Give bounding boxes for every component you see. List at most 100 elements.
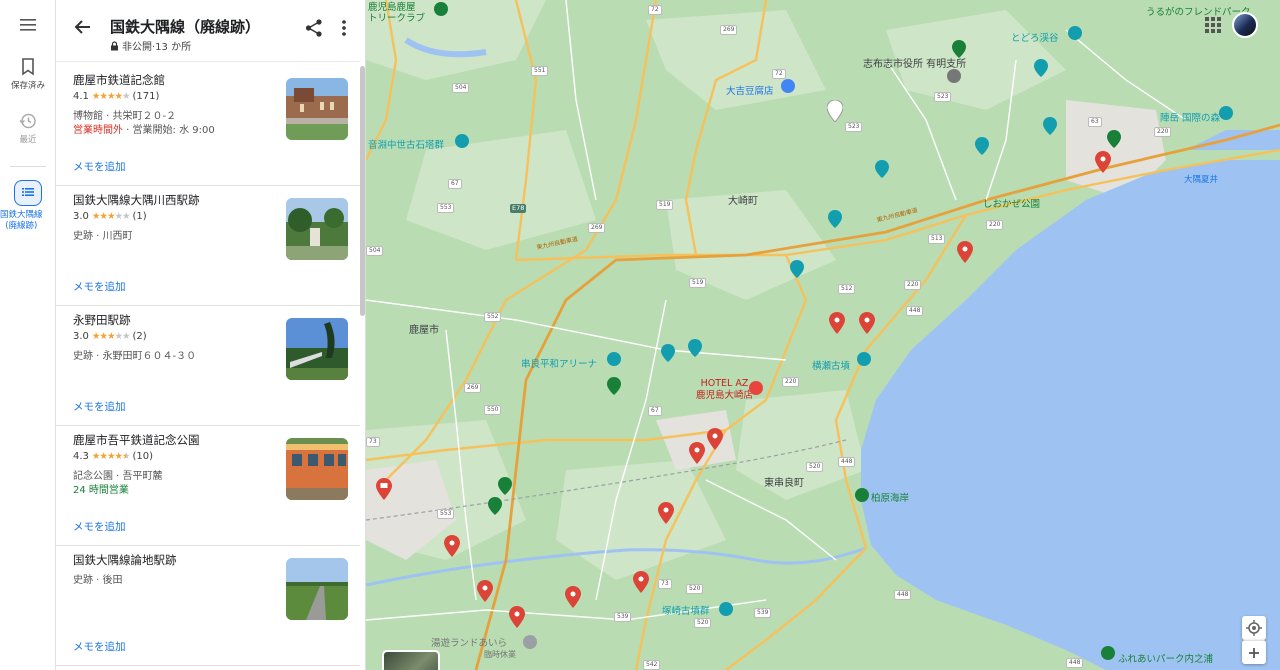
poi-marker-icon[interactable] (781, 79, 795, 93)
list-item[interactable]: 国鉄大隅線大隅川西駅跡 3.0 ★★★★★ (1) 史跡 · 川西町 メモを追加 (56, 186, 360, 306)
add-memo-link[interactable]: メモを追加 (73, 279, 126, 294)
hotel-icon[interactable] (749, 381, 763, 395)
list-item[interactable]: 鹿屋市吾平鉄道記念公園 4.3 ★★★★★ (10) 記念公園 · 吾平町麓 2… (56, 426, 360, 546)
place-photo[interactable] (286, 318, 348, 380)
place-name[interactable]: 国鉄大隅線大隅川西駅跡 (73, 192, 200, 208)
place-photo[interactable] (286, 78, 348, 140)
map-label-fureai[interactable]: ふれあいパーク内之浦 (1118, 651, 1213, 665)
map-label-yokose[interactable]: 横瀬古墳 (812, 358, 850, 372)
route-marker: 504 (452, 83, 470, 93)
recent-label: 最近 (19, 135, 37, 145)
poi-marker-icon[interactable] (434, 2, 448, 16)
route-marker: 269 (464, 383, 482, 393)
poi-marker-icon[interactable] (455, 134, 469, 148)
zoom-in-button[interactable] (1242, 640, 1266, 664)
place-rating: 3.0 ★★★★★ (2) (73, 331, 147, 342)
poi-marker-icon[interactable] (1034, 59, 1048, 77)
poi-marker-icon[interactable] (661, 344, 675, 362)
menu-button[interactable] (0, 18, 56, 35)
saved-place-pin[interactable] (689, 442, 705, 464)
place-name[interactable]: 鹿屋市吾平鉄道記念公園 (73, 432, 200, 448)
poi-marker-icon[interactable] (1101, 646, 1115, 660)
my-location-button[interactable] (1242, 616, 1266, 640)
map-label-golf[interactable]: 鹿児島鹿屋 トリークラブ (368, 2, 425, 24)
poi-marker-icon[interactable] (1068, 26, 1082, 40)
more-vert-icon[interactable] (336, 18, 352, 38)
saved-place-pin[interactable] (658, 502, 674, 524)
place-name[interactable]: 永野田駅跡 (73, 312, 131, 328)
museum-pin[interactable] (376, 478, 392, 500)
saved-place-pin[interactable] (477, 580, 493, 602)
poi-marker-icon[interactable] (719, 602, 733, 616)
place-photo[interactable] (286, 198, 348, 260)
saved-place-pin[interactable] (707, 428, 723, 450)
place-name[interactable]: 鹿屋市鉄道記念館 (73, 72, 165, 88)
poi-marker-icon[interactable] (607, 377, 621, 395)
saved-button[interactable]: 保存済み (0, 58, 56, 91)
saved-place-pin[interactable] (1095, 151, 1111, 173)
add-memo-link[interactable]: メモを追加 (73, 159, 126, 174)
poi-marker-icon[interactable] (488, 497, 502, 515)
place-photo[interactable] (286, 558, 348, 620)
poi-marker-icon[interactable] (498, 477, 512, 495)
route-marker: 448 (906, 306, 924, 316)
poi-marker-icon[interactable] (1219, 106, 1233, 120)
map-label-kashiwabaru[interactable]: 柏原海岸 (871, 490, 909, 504)
saved-place-pin[interactable] (633, 571, 649, 593)
saved-place-pin[interactable] (827, 100, 843, 122)
route-marker: 220 (904, 280, 922, 290)
saved-place-pin[interactable] (444, 535, 460, 557)
map-label-yuyu-land[interactable]: 湯遊ランドあいら (431, 635, 507, 649)
add-memo-link[interactable]: メモを追加 (73, 399, 126, 414)
poi-marker-icon[interactable] (790, 260, 804, 278)
saved-place-pin[interactable] (509, 606, 525, 628)
account-avatar[interactable] (1232, 12, 1258, 38)
saved-place-pin[interactable] (957, 241, 973, 263)
map-label-youdake[interactable]: 陣岳 国際の森 (1160, 110, 1220, 124)
recent-button[interactable]: 最近 (0, 112, 56, 145)
rating-stars-icon: ★★★★★ (91, 91, 131, 102)
share-icon[interactable] (304, 18, 324, 38)
map-label-tsukazaki[interactable]: 塚崎古墳群 (662, 603, 710, 617)
saved-place-pin[interactable] (829, 312, 845, 334)
poi-marker-icon[interactable] (1107, 130, 1121, 148)
map-label-kushira-arena[interactable]: 串良平和アリーナ (521, 356, 597, 370)
route-marker: 512 (838, 284, 856, 294)
list-shortcut-button[interactable]: 国鉄大隅線 (廃線跡) (0, 180, 56, 231)
map-canvas[interactable]: 72 269 551 504 72 523 523 67 553 E78 269… (366, 0, 1280, 670)
poi-marker-icon[interactable] (523, 635, 537, 649)
place-rating: 4.3 ★★★★★ (10) (73, 451, 153, 462)
list-scrollbar[interactable] (360, 66, 365, 316)
poi-marker-icon[interactable] (688, 339, 702, 357)
map-label-hotel-az[interactable]: HOTEL AZ 鹿児島大崎店 (696, 378, 753, 402)
place-photo[interactable] (286, 438, 348, 500)
poi-marker-icon[interactable] (855, 488, 869, 502)
map-label-shibushi-office[interactable]: 志布志市役所 有明支所 (863, 55, 966, 70)
saved-place-pin[interactable] (859, 312, 875, 334)
poi-marker-icon[interactable] (1043, 117, 1057, 135)
poi-marker-icon[interactable] (952, 40, 966, 58)
poi-marker-icon[interactable] (875, 160, 889, 178)
back-arrow-icon[interactable] (72, 16, 94, 38)
list-item[interactable]: 鹿屋市鉄道記念館 4.1 ★★★★★ (171) 博物館 · 共栄町２０-２ 営… (56, 66, 360, 186)
poi-marker-icon[interactable] (975, 137, 989, 155)
poi-marker-icon[interactable] (947, 69, 961, 83)
add-memo-link[interactable]: メモを追加 (73, 519, 126, 534)
list-item[interactable]: 永野田駅跡 3.0 ★★★★★ (2) 史跡 · 永野田町６０４-３０ メモを追… (56, 306, 360, 426)
map-label-shiokaze[interactable]: しおかぜ公園 (983, 196, 1040, 210)
add-memo-link[interactable]: メモを追加 (73, 639, 126, 654)
list-item[interactable]: 国鉄大隅線論地駅跡 史跡 · 後田 メモを追加 (56, 546, 360, 666)
route-marker: 519 (689, 278, 707, 288)
map-label-okichi[interactable]: 大吉豆腐店 (726, 83, 774, 97)
poi-marker-icon[interactable] (857, 352, 871, 366)
map-label-ongaku[interactable]: 音淵中世古石塔群 (368, 137, 444, 151)
apps-grid-icon[interactable] (1204, 16, 1222, 34)
map-label-todoro[interactable]: とどろ渓谷 (1011, 30, 1059, 44)
app: 保存済み 最近 国鉄大隅線 (廃線跡) 国鉄大隅線（廃線跡） 非公開·13 か所 (0, 0, 1280, 670)
layers-button[interactable] (382, 650, 440, 670)
poi-marker-icon[interactable] (607, 352, 621, 366)
poi-marker-icon[interactable] (828, 210, 842, 228)
map-label-osumi-natsui[interactable]: 大隅夏井 (1184, 173, 1218, 185)
saved-place-pin[interactable] (565, 586, 581, 608)
place-name[interactable]: 国鉄大隅線論地駅跡 (73, 552, 177, 568)
